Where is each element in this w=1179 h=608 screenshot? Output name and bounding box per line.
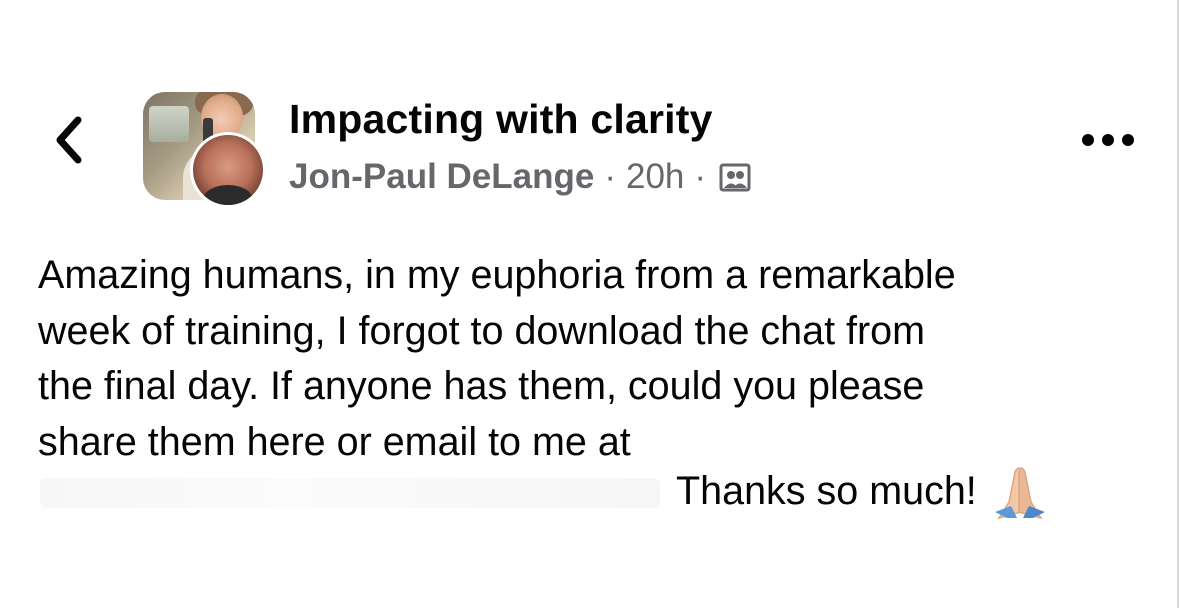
author-name-link[interactable]: Jon-Paul DeLange — [289, 157, 594, 197]
closing-text: Thanks so much! — [676, 468, 977, 513]
group-members-icon — [718, 160, 752, 194]
more-options-button[interactable] — [1078, 120, 1138, 160]
more-horizontal-icon — [1082, 134, 1134, 146]
meta-separator: · — [604, 157, 616, 196]
post-closing: Thanks so much! — [676, 462, 1049, 520]
redacted-email — [40, 478, 660, 508]
group-name-link[interactable]: Impacting with clarity — [289, 96, 713, 143]
group-avatar-background — [149, 106, 189, 142]
chevron-left-icon — [56, 116, 82, 164]
folded-hands-icon — [991, 462, 1049, 520]
meta-separator: · — [694, 157, 707, 196]
post-text-line: Amazing humans, in my euphoria from a re… — [38, 253, 956, 297]
post-meta: Jon-Paul DeLange · 20h · — [289, 157, 752, 197]
post-text: Amazing humans, in my euphoria from a re… — [38, 248, 1118, 470]
post-timestamp[interactable]: 20h — [626, 157, 684, 197]
post-text-line: the final day. If anyone has them, could… — [38, 364, 925, 408]
post-text-line: week of training, I forgot to download t… — [38, 308, 926, 353]
author-avatar[interactable] — [190, 132, 266, 208]
back-button[interactable] — [44, 108, 94, 172]
